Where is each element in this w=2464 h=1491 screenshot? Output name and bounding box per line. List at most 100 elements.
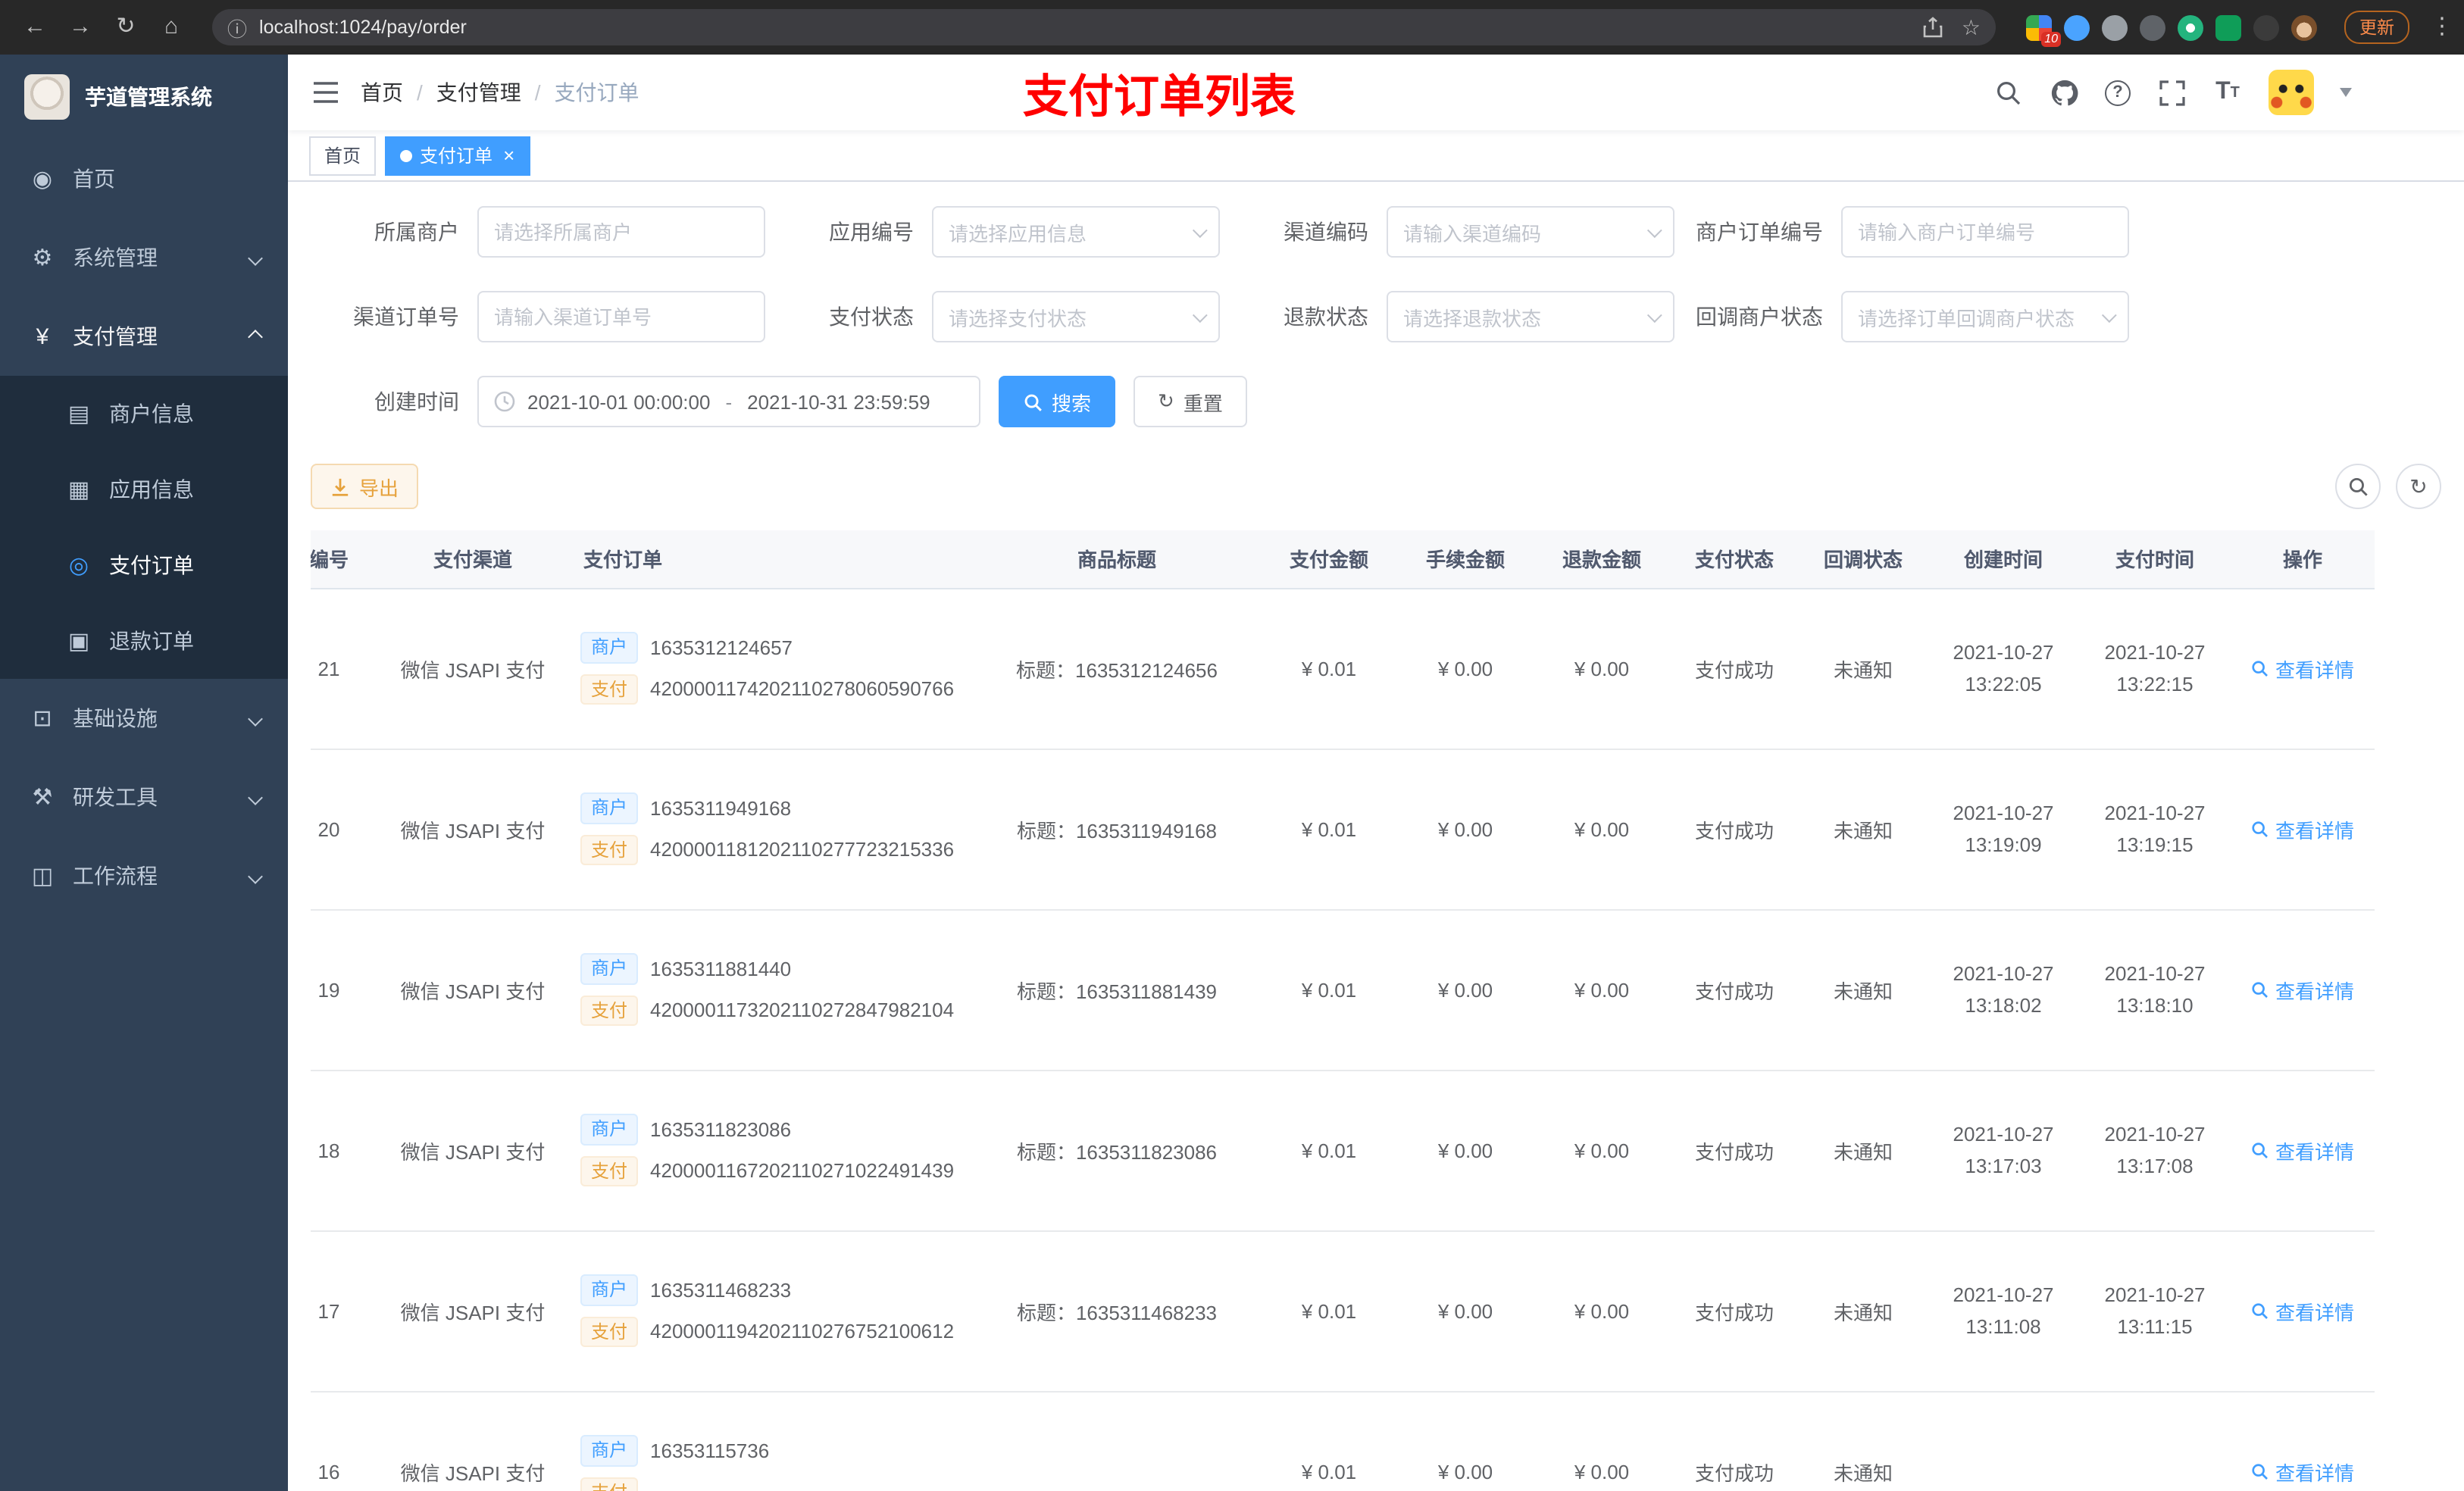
- extension-icon[interactable]: [2064, 14, 2090, 40]
- sidebar-item-infrastructure[interactable]: ⊡ 基础设施: [0, 679, 288, 758]
- browser-reload-icon[interactable]: ↻: [109, 11, 142, 44]
- view-detail-link[interactable]: 查看详情: [2251, 814, 2354, 843]
- share-icon[interactable]: [1924, 17, 1943, 38]
- app-shell: 芋道管理系统 ◉ 首页 ⚙ 系统管理 ¥ 支付管理 ▤ 商户信息 ▦ 应用信息 …: [0, 55, 2464, 1491]
- browser-back-icon[interactable]: ←: [18, 11, 52, 44]
- cell-fee: ¥ 0.00: [1397, 909, 1534, 1071]
- page-content: 所属商户 应用编号 请选择应用信息 渠道编码 请输入渠道编码: [288, 182, 2464, 1491]
- sidebar-item-payment[interactable]: ¥ 支付管理: [0, 297, 288, 376]
- cell-notify: 未通知: [1799, 1230, 1928, 1392]
- sidebar-item-dev-tools[interactable]: ⚒ 研发工具: [0, 758, 288, 836]
- filter-label: 回调商户状态: [1696, 305, 1823, 329]
- cell-amount: ¥ 0.01: [1261, 1391, 1397, 1491]
- tab-close-icon[interactable]: ×: [503, 145, 514, 165]
- toggle-search-button[interactable]: [2335, 464, 2381, 509]
- merchant-order-number: 1635311881440: [650, 957, 792, 980]
- breadcrumb-separator: /: [417, 80, 423, 105]
- channel-order-no-input[interactable]: [477, 291, 765, 342]
- tab-pay-order[interactable]: 支付订单 ×: [385, 136, 530, 175]
- table-row: 18 微信 JSAPI 支付 商户 1635311823086 支付 42000…: [311, 1070, 2375, 1231]
- date-line: 2021-10-27: [2104, 802, 2206, 824]
- filter-refund-status: 退款状态 请选择退款状态: [1220, 291, 1674, 342]
- menu-fold-icon[interactable]: [312, 80, 339, 105]
- filter-merchant: 所属商户: [311, 206, 765, 258]
- sidebar-item-app-info[interactable]: ▦ 应用信息: [0, 452, 288, 527]
- view-detail-label: 查看详情: [2275, 1140, 2354, 1163]
- callback-status-select[interactable]: 请选择订单回调商户状态: [1841, 291, 2129, 342]
- font-size-icon[interactable]: TT: [2212, 77, 2243, 108]
- chevron-down-icon: [1646, 307, 1662, 323]
- app-filter-select[interactable]: 请选择应用信息: [932, 206, 1220, 258]
- merchant-badge: 商户: [580, 1114, 639, 1145]
- view-detail-link[interactable]: 查看详情: [2251, 975, 2354, 1004]
- channel-code-select[interactable]: 请输入渠道编码: [1387, 206, 1674, 258]
- app-logo-row[interactable]: 芋道管理系统: [0, 55, 288, 139]
- view-detail-link[interactable]: 查看详情: [2251, 1457, 2354, 1486]
- merchant-order-no-input[interactable]: [1841, 206, 2129, 258]
- filter-label: 应用编号: [829, 220, 914, 244]
- cell-title: 标题：1635311823086: [973, 1070, 1261, 1231]
- browser-forward-icon[interactable]: →: [64, 11, 97, 44]
- sidebar-item-merchant-info[interactable]: ▤ 商户信息: [0, 376, 288, 452]
- sidebar-item-refund-order[interactable]: ▣ 退款订单: [0, 603, 288, 679]
- pay-badge: 支付: [580, 995, 639, 1026]
- site-info-icon[interactable]: ⓘ: [227, 13, 247, 42]
- sidebar-item-system[interactable]: ⚙ 系统管理: [0, 218, 288, 297]
- tab-home[interactable]: 首页: [309, 136, 377, 175]
- date-line: 2021-10-27: [1953, 802, 2054, 824]
- sidebar-item-pay-order[interactable]: ◎ 支付订单: [0, 527, 288, 603]
- bookmark-star-icon[interactable]: ☆: [1962, 14, 1981, 40]
- extension-icon[interactable]: 10: [2026, 14, 2061, 46]
- fullscreen-icon[interactable]: [2156, 77, 2187, 108]
- sidebar-item-home[interactable]: ◉ 首页: [0, 139, 288, 218]
- cell-channel: 微信 JSAPI 支付: [374, 1070, 571, 1231]
- extension-icon[interactable]: [2140, 14, 2165, 40]
- extension-icon[interactable]: [2178, 14, 2203, 40]
- breadcrumb-pay-manage[interactable]: 支付管理: [436, 77, 521, 108]
- filter-pay-status: 支付状态 请选择支付状态: [765, 291, 1220, 342]
- pay-badge: 支付: [580, 834, 639, 865]
- export-button[interactable]: 导出: [311, 464, 419, 509]
- profile-avatar-icon[interactable]: [2291, 14, 2317, 40]
- extension-icon[interactable]: [2253, 14, 2279, 40]
- col-actions: 操作: [2231, 530, 2375, 589]
- search-button[interactable]: 搜索: [999, 376, 1116, 427]
- reset-button[interactable]: ↻ 重置: [1134, 376, 1247, 427]
- pay-status-select[interactable]: 请选择支付状态: [932, 291, 1220, 342]
- export-button-label: 导出: [359, 477, 399, 499]
- date-line: 2021-10-27: [2104, 641, 2206, 664]
- breadcrumb-home[interactable]: 首页: [361, 77, 403, 108]
- help-icon[interactable]: ?: [2105, 80, 2131, 105]
- chrome-update-button[interactable]: 更新: [2344, 11, 2409, 44]
- cell-title: [973, 1391, 1261, 1491]
- user-avatar[interactable]: [2269, 70, 2314, 115]
- cell-pay-time: 2021-10-27 13:19:15: [2079, 749, 2231, 910]
- breadcrumb-separator: /: [534, 80, 541, 105]
- merchant-order-line: 商户 16353115736: [571, 1435, 973, 1466]
- view-detail-link[interactable]: 查看详情: [2251, 1136, 2354, 1164]
- cell-fee: ¥ 0.00: [1397, 588, 1534, 749]
- filter-label: 所属商户: [374, 220, 459, 244]
- create-time-range-picker[interactable]: 2021-10-01 00:00:00 - 2021-10-31 23:59:5…: [477, 376, 980, 427]
- search-icon[interactable]: [1993, 77, 2023, 108]
- browser-home-icon[interactable]: ⌂: [155, 11, 188, 44]
- view-detail-link[interactable]: 查看详情: [2251, 1296, 2354, 1325]
- extension-icon[interactable]: [2215, 14, 2241, 40]
- order-table: 编号 支付渠道 支付订单 商品标题 支付金额 手续金额 退款金额 支付状态 回调…: [311, 530, 2420, 1491]
- target-icon: ◎: [68, 553, 89, 579]
- refresh-table-button[interactable]: ↻: [2396, 464, 2441, 509]
- chrome-menu-icon[interactable]: ⋮: [2431, 11, 2453, 44]
- cell-pay-time: 2021-10-27 13:17:08: [2079, 1070, 2231, 1231]
- cell-actions: 查看详情: [2231, 909, 2375, 1071]
- merchant-badge: 商户: [580, 632, 639, 663]
- cell-amount: ¥ 0.01: [1261, 588, 1397, 749]
- extension-icon[interactable]: [2102, 14, 2128, 40]
- refund-status-select[interactable]: 请选择退款状态: [1387, 291, 1674, 342]
- address-bar[interactable]: ⓘ localhost:1024/pay/order ☆: [212, 9, 1996, 45]
- pay-badge: 支付: [580, 1155, 639, 1186]
- view-detail-link[interactable]: 查看详情: [2251, 654, 2354, 683]
- github-icon[interactable]: [2049, 77, 2079, 108]
- user-menu-caret-icon[interactable]: [2340, 88, 2352, 97]
- merchant-filter-input[interactable]: [477, 206, 765, 258]
- sidebar-item-workflow[interactable]: ◫ 工作流程: [0, 836, 288, 915]
